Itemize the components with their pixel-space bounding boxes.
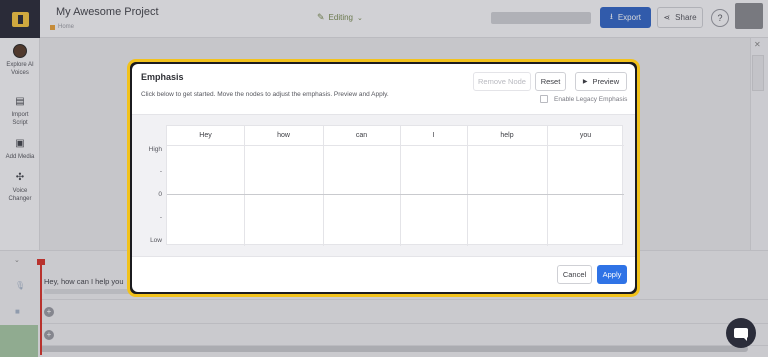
reset-button[interactable]: Reset xyxy=(535,72,566,91)
word-column-header: can xyxy=(323,126,400,146)
legacy-label: Enable Legacy Emphasis xyxy=(554,95,628,103)
column-divider xyxy=(323,126,324,246)
remove-node-button[interactable]: Remove Node xyxy=(473,72,531,91)
modal-title: Emphasis xyxy=(141,72,184,82)
modal-description: Click below to get started. Move the nod… xyxy=(141,91,389,98)
word-column-header: I xyxy=(400,126,467,146)
legacy-emphasis-toggle[interactable]: Enable Legacy Emphasis xyxy=(540,95,627,103)
y-label-zero: 0 xyxy=(158,191,162,198)
app-root: My Awesome Project Home ✎ Editing ⌄ ⭳ Ex… xyxy=(0,0,768,357)
column-divider xyxy=(244,126,245,246)
word-column-header: Hey xyxy=(167,126,244,146)
word-column-header: how xyxy=(244,126,323,146)
cancel-button[interactable]: Cancel xyxy=(557,265,592,284)
emphasis-modal: Emphasis Click below to get started. Mov… xyxy=(132,64,635,292)
y-label-dash: - xyxy=(159,168,162,175)
play-icon: ▶ xyxy=(582,79,588,85)
chat-icon xyxy=(734,328,748,341)
preview-button[interactable]: ▶ Preview xyxy=(575,72,627,91)
zero-baseline xyxy=(167,194,624,195)
word-column-header: you xyxy=(547,126,624,146)
y-label-dash: - xyxy=(159,214,162,221)
emphasis-grid[interactable]: Hey how can I help you xyxy=(166,125,624,246)
word-column-header: help xyxy=(467,126,547,146)
preview-label: Preview xyxy=(592,77,620,86)
y-label-low: Low xyxy=(150,237,162,244)
apply-button[interactable]: Apply xyxy=(597,265,627,284)
column-divider xyxy=(400,126,401,246)
column-divider xyxy=(547,126,548,246)
legacy-checkbox[interactable] xyxy=(540,95,548,103)
column-divider xyxy=(467,126,468,246)
chat-button[interactable] xyxy=(726,318,756,348)
y-label-high: High xyxy=(148,146,162,153)
